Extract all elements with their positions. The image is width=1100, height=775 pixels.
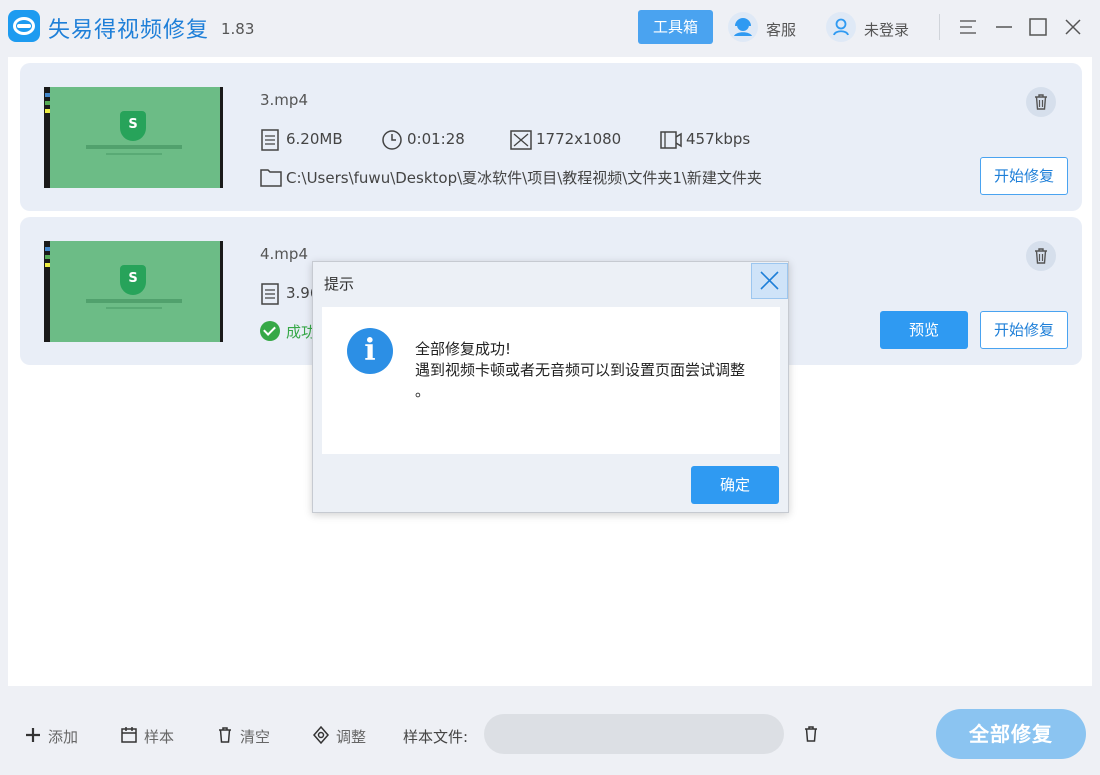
trash-icon	[1035, 94, 1047, 110]
preview-button[interactable]: 预览	[880, 311, 968, 349]
clock-icon	[382, 130, 402, 150]
user-avatar-icon[interactable]	[826, 12, 856, 42]
menu-icon[interactable]	[957, 16, 979, 38]
delete-file-button[interactable]	[1026, 87, 1056, 117]
minimize-icon[interactable]	[993, 16, 1015, 38]
start-repair-button[interactable]: 开始修复	[980, 311, 1068, 349]
video-thumbnail[interactable]: S	[44, 241, 223, 342]
close-icon[interactable]	[1062, 16, 1084, 38]
info-dialog: 提示 i 全部修复成功! 遇到视频卡顿或者无音频可以到设置页面尝试调整 。 确定	[312, 261, 789, 513]
app-title: 失易得视频修复	[48, 18, 210, 43]
success-check-icon	[260, 321, 280, 341]
dialog-body: i 全部修复成功! 遇到视频卡顿或者无音频可以到设置页面尝试调整 。	[322, 307, 780, 454]
dialog-message: 全部修复成功! 遇到视频卡顿或者无音频可以到设置页面尝试调整 。	[415, 340, 746, 400]
trash-icon	[219, 727, 231, 743]
add-button[interactable]: 添加	[24, 726, 78, 747]
trash-icon	[1035, 248, 1047, 264]
file-path: C:\Users\fuwu\Desktop\夏冰软件\项目\教程视频\文件夹1\…	[260, 167, 762, 188]
customer-service-icon[interactable]	[728, 12, 758, 42]
file-name: 4.mp4	[260, 245, 308, 263]
file-size-icon	[261, 129, 279, 151]
clear-button[interactable]: 清空	[216, 726, 270, 747]
maximize-icon[interactable]	[1027, 16, 1049, 38]
calendar-icon	[121, 727, 137, 743]
repair-status: 成功	[260, 321, 316, 342]
shield-icon: S	[120, 265, 146, 295]
adjust-icon	[313, 726, 329, 744]
sample-file-label: 样本文件:	[403, 728, 469, 746]
file-size-icon	[261, 283, 279, 305]
info-icon: i	[347, 328, 393, 374]
dialog-close-button[interactable]	[751, 263, 788, 299]
resolution-icon	[510, 130, 532, 150]
plus-icon	[26, 728, 40, 742]
adjust-button[interactable]: 调整	[312, 726, 366, 747]
video-icon	[660, 131, 682, 149]
app-version: 1.83	[221, 20, 255, 38]
sample-file-field[interactable]	[484, 714, 784, 754]
toolbox-button[interactable]: 工具箱	[638, 10, 713, 44]
repair-all-button[interactable]: 全部修复	[936, 709, 1086, 759]
folder-icon	[260, 169, 282, 187]
file-card: S 3.mp4 6.20MB 0:01:28 1772x1080 457kbps…	[20, 63, 1082, 211]
dialog-title: 提示	[324, 275, 355, 293]
title-bar: 失易得视频修复 1.83 工具箱 客服 未登录	[0, 0, 1100, 56]
app-logo-icon	[8, 10, 40, 42]
bottom-toolbar: 添加 样本 清空 调整 样本文件: 全部修复	[0, 690, 1100, 775]
file-name: 3.mp4	[260, 91, 308, 109]
confirm-button[interactable]: 确定	[691, 466, 779, 504]
login-status-label[interactable]: 未登录	[864, 19, 909, 40]
video-thumbnail[interactable]: S	[44, 87, 223, 188]
title-divider	[939, 14, 940, 40]
close-icon	[760, 271, 779, 290]
sample-button[interactable]: 样本	[120, 726, 174, 747]
customer-service-label[interactable]: 客服	[766, 19, 796, 40]
delete-file-button[interactable]	[1026, 241, 1056, 271]
start-repair-button[interactable]: 开始修复	[980, 157, 1068, 195]
clear-sample-icon[interactable]	[802, 724, 820, 748]
shield-icon: S	[120, 111, 146, 141]
